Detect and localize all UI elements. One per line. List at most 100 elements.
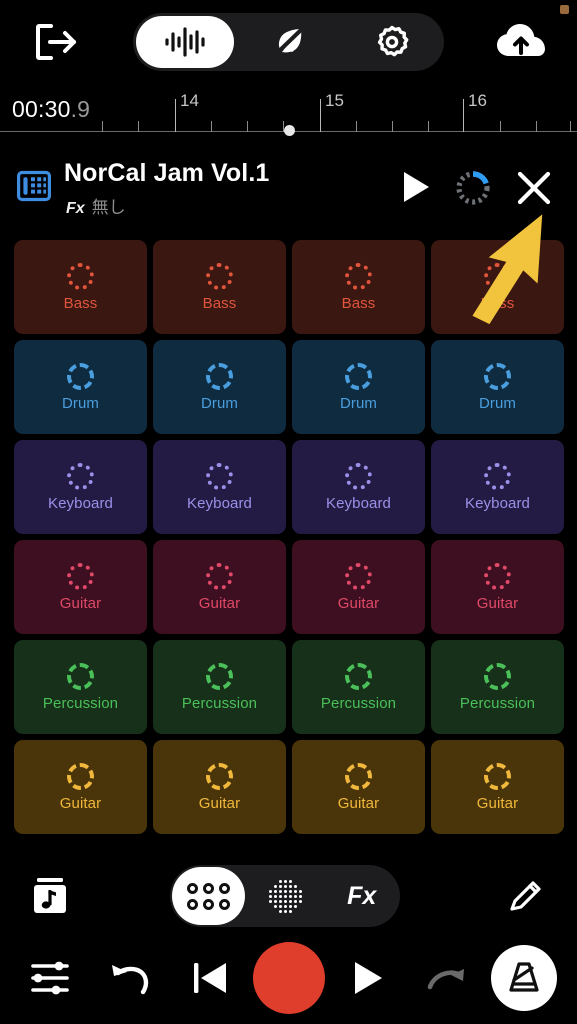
tab-feather[interactable] [237, 13, 341, 71]
matrix-dot [269, 905, 272, 908]
matrix-dot [273, 889, 277, 893]
bar-number: 16 [468, 91, 487, 110]
matrix-dot [273, 884, 277, 888]
tab-settings[interactable] [340, 13, 444, 71]
pad-ring-icon [345, 562, 372, 590]
pad-cell-percussion-2[interactable]: Percussion [153, 640, 286, 734]
pad-cell-percussion-3[interactable]: Percussion [292, 640, 425, 734]
matrix-dot [274, 880, 277, 883]
pad-label: Bass [63, 294, 98, 312]
pad-cell-bass-2[interactable]: Bass [153, 240, 286, 334]
matrix-dot [269, 910, 272, 913]
matrix-dot [288, 889, 292, 893]
skip-to-start-button[interactable] [182, 950, 238, 1006]
pad-label: Percussion [181, 694, 258, 712]
tab-waveform[interactable] [133, 13, 237, 71]
feather-quill-icon [272, 26, 305, 57]
project-play-button[interactable] [395, 166, 437, 208]
matrix-dot [299, 885, 302, 888]
pad-cell-bass-1[interactable]: Bass [14, 240, 147, 334]
matrix-dot [268, 889, 272, 893]
close-button[interactable] [510, 164, 558, 212]
pad-cell-guitar-1[interactable]: Guitar [14, 740, 147, 834]
play-button[interactable] [340, 950, 396, 1006]
waveform-icon [165, 27, 205, 57]
pad-ring-icon [67, 762, 94, 790]
playhead-handle[interactable] [284, 125, 295, 136]
pad-cell-guitar-3[interactable]: Guitar [292, 540, 425, 634]
matrix-dot [288, 879, 292, 883]
pad-label: Guitar [198, 794, 241, 812]
music-library-button[interactable] [24, 870, 76, 922]
pad-cell-guitar-4[interactable]: Guitar [431, 540, 564, 634]
pad-label: Drum [200, 394, 239, 412]
matrix-dot [293, 904, 297, 908]
mixer-button[interactable] [22, 950, 78, 1006]
record-circle [253, 942, 325, 1014]
ruler-tick [570, 121, 571, 132]
matrix-dot [278, 889, 282, 893]
pad-label: Drum [478, 394, 517, 412]
cloud-upload-button[interactable] [493, 18, 549, 66]
exit-door-icon [36, 24, 76, 60]
pad-label: Guitar [476, 594, 519, 612]
grid-matrix-icon [17, 170, 51, 202]
pad-cell-keyboard-1[interactable]: Keyboard [14, 440, 147, 534]
pad-ring-icon [206, 262, 233, 290]
pad-cell-guitar-2[interactable]: Guitar [153, 740, 286, 834]
undo-button[interactable] [102, 950, 158, 1006]
pad-label: Guitar [337, 794, 380, 812]
pad-cell-percussion-1[interactable]: Percussion [14, 640, 147, 734]
pad-cell-drum-1[interactable]: Drum [14, 340, 147, 434]
pad-cell-guitar-4[interactable]: Guitar [431, 740, 564, 834]
undo-arrow-icon [112, 965, 149, 995]
project-progress-ring[interactable] [452, 167, 494, 209]
matrix-dot [298, 899, 302, 903]
metronome-circle [491, 945, 557, 1011]
pencil-edit-button[interactable] [499, 870, 551, 922]
pad-ring-icon [345, 362, 372, 390]
mode-pads[interactable] [170, 865, 247, 927]
matrix-dot [269, 880, 272, 883]
skip-to-start-icon [194, 963, 226, 993]
matrix-dot [299, 880, 302, 883]
pad-cell-bass-4[interactable]: Bass [431, 240, 564, 334]
mode-fx[interactable]: Fx [323, 865, 400, 927]
matrix-dot [294, 910, 297, 913]
pad-ring-icon [206, 362, 233, 390]
metronome-button[interactable] [491, 945, 557, 1011]
record-button[interactable] [252, 941, 326, 1015]
ruler-tick [500, 121, 501, 132]
pad-cell-percussion-4[interactable]: Percussion [431, 640, 564, 734]
fx-value: 無し [91, 198, 126, 217]
pad-label: Keyboard [464, 494, 530, 512]
mode-toolbar: Fx [0, 860, 577, 932]
pad-ring-icon [345, 662, 372, 690]
matrix-dot [268, 899, 272, 903]
mode-matrix[interactable] [247, 865, 324, 927]
matrix-dot [269, 885, 272, 888]
bar-number: 15 [325, 91, 344, 110]
pad-label: Bass [341, 294, 376, 312]
pad-label: Guitar [59, 794, 102, 812]
metronome-icon [509, 962, 539, 992]
redo-button[interactable] [418, 950, 474, 1006]
pad-cell-bass-3[interactable]: Bass [292, 240, 425, 334]
timeline-ruler[interactable]: 00:30.9 14 15 16 [0, 84, 577, 140]
pad-cell-guitar-1[interactable]: Guitar [14, 540, 147, 634]
pad-cell-guitar-3[interactable]: Guitar [292, 740, 425, 834]
pad-cell-drum-2[interactable]: Drum [153, 340, 286, 434]
pad-cell-keyboard-4[interactable]: Keyboard [431, 440, 564, 534]
matrix-dot [283, 904, 287, 908]
pad-cell-keyboard-3[interactable]: Keyboard [292, 440, 425, 534]
pad-ring-icon [484, 762, 511, 790]
pad-cell-drum-3[interactable]: Drum [292, 340, 425, 434]
pad-cell-drum-4[interactable]: Drum [431, 340, 564, 434]
matrix-dot [299, 905, 302, 908]
close-x-icon [517, 171, 551, 205]
pad-cell-keyboard-2[interactable]: Keyboard [153, 440, 286, 534]
exit-button[interactable] [30, 20, 82, 64]
pad-cell-guitar-2[interactable]: Guitar [153, 540, 286, 634]
project-icon-button[interactable] [14, 166, 54, 206]
project-title: NorCal Jam Vol.1 [64, 159, 270, 187]
